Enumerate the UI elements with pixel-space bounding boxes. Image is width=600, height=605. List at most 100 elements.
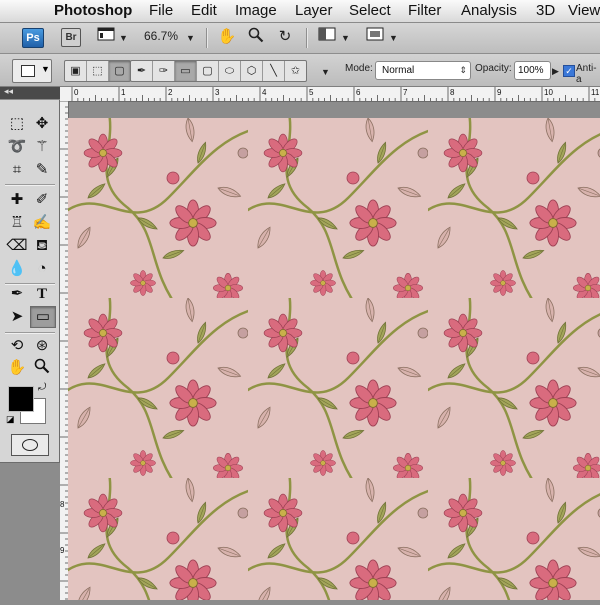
paths-icon[interactable]: ⬚	[87, 61, 109, 81]
clone-stamp-tool-icon[interactable]: ♖	[5, 213, 29, 233]
menu-bar: Photoshop File Edit Image Layer Select F…	[0, 0, 600, 23]
separator	[206, 28, 208, 48]
ruler-label: 6	[356, 88, 361, 97]
ruler-label: 11	[591, 88, 600, 97]
ruler-label: 0	[74, 88, 79, 97]
shape-mode-group: ▣ ⬚ ▢	[64, 60, 131, 82]
tools-panel: ⬚ ✥ ➰ ⚚ ⌗ ✎ ✚ ✐ ♖ ✍ ⌫ ⛾ 💧 ◔ ✒ T ➤ ▭ ⟲ ⊛ …	[0, 100, 60, 463]
arrange-chevron-down-icon[interactable]: ▼	[341, 33, 350, 43]
quick-mask-icon	[22, 439, 38, 451]
history-brush-tool-icon[interactable]: ✍	[30, 213, 54, 233]
paint-bucket-tool-icon[interactable]: ⛾	[30, 236, 54, 256]
move-tool-icon[interactable]: ✥	[30, 114, 54, 134]
chevron-down-icon[interactable]: ▼	[119, 33, 128, 43]
zoom-tool-icon[interactable]	[30, 358, 54, 378]
separator	[306, 28, 308, 48]
opacity-slider-arrow-icon[interactable]: ▶	[552, 66, 559, 77]
blur-tool-icon[interactable]: 💧	[5, 259, 29, 279]
mode-select[interactable]: Normal ⇕	[375, 61, 471, 80]
ruler-label: 9	[60, 546, 65, 555]
ruler-label: 2	[168, 88, 173, 97]
rectangle-preset-icon	[21, 65, 35, 77]
floral-pattern-image	[68, 118, 600, 600]
swap-colors-icon[interactable]: ⤾	[38, 382, 46, 393]
line-icon[interactable]: ╲	[263, 61, 285, 81]
separator	[5, 184, 55, 186]
zoom-level[interactable]: 66.7%	[144, 29, 178, 43]
rectangle-tool-icon[interactable]: ▭	[30, 306, 56, 328]
brush-tool-icon[interactable]: ✐	[30, 190, 54, 210]
shape-layers-icon[interactable]: ▣	[65, 61, 87, 81]
separator	[5, 332, 55, 334]
zoom-chevron-down-icon[interactable]: ▼	[186, 33, 195, 43]
arrange-documents-icon[interactable]	[316, 27, 338, 47]
menu-filter[interactable]: Filter	[408, 0, 441, 22]
menu-layer[interactable]: Layer	[295, 0, 333, 22]
pen-tool-icon[interactable]: ✒	[5, 284, 29, 304]
eyedropper-tool-icon[interactable]: ✎	[30, 160, 54, 180]
horizontal-ruler[interactable]: 0 1 2 3 4 5 6 7 8 9 10 11	[60, 87, 600, 102]
ruler-label: 3	[215, 88, 220, 97]
ruler-label: 1	[121, 88, 126, 97]
mode-value: Normal	[382, 65, 415, 76]
type-tool-icon[interactable]: T	[30, 284, 54, 304]
pen-icon[interactable]: ✒	[131, 61, 153, 81]
rotate-view-icon[interactable]: ↻	[274, 27, 296, 47]
menu-file[interactable]: File	[149, 0, 173, 22]
menu-select[interactable]: Select	[349, 0, 391, 22]
ruler-label: 8	[60, 500, 65, 509]
ellipse-icon[interactable]: ⬭	[219, 61, 241, 81]
horizontal-ruler-ticks: 0 1 2 3 4 5 6 7 8 9 10 11	[71, 87, 600, 101]
dodge-tool-icon[interactable]: ◔	[30, 259, 54, 279]
document-canvas[interactable]	[68, 118, 600, 600]
foreground-color-swatch[interactable]	[8, 386, 34, 412]
tool-preset-picker[interactable]: ▼	[12, 59, 52, 83]
eraser-tool-icon[interactable]: ⌫	[5, 236, 29, 256]
menu-3d[interactable]: 3D	[536, 0, 555, 22]
updown-arrows-icon: ⇕	[459, 65, 467, 75]
fill-pixels-icon[interactable]: ▢	[109, 61, 130, 81]
hand-tool-icon[interactable]: ✋	[5, 358, 29, 378]
opacity-label: Opacity:	[475, 63, 512, 74]
magic-wand-tool-icon[interactable]: ⚚	[30, 137, 54, 157]
opacity-input[interactable]: 100%	[514, 61, 551, 80]
ruler-label: 8	[450, 88, 455, 97]
shape-chevron-down-icon[interactable]: ▼	[321, 67, 330, 77]
tools-panel-header[interactable]: ◂◂	[0, 86, 60, 99]
hand-icon[interactable]: ✋	[216, 27, 238, 47]
menu-analysis[interactable]: Analysis	[461, 0, 517, 22]
menu-view[interactable]: View	[568, 0, 600, 22]
3d-orbit-tool-icon[interactable]: ⊛	[30, 336, 54, 356]
antialias-checkbox[interactable]: ✓	[563, 65, 575, 77]
ruler-label: 7	[403, 88, 408, 97]
default-colors-icon[interactable]: ◪	[6, 414, 15, 425]
ruler-label: 4	[262, 88, 267, 97]
ruler-label: 10	[544, 88, 553, 97]
menu-photoshop[interactable]: Photoshop	[54, 0, 132, 22]
quick-mask-button[interactable]	[11, 434, 49, 456]
marquee-tool-icon[interactable]: ⬚	[5, 114, 29, 134]
rectangle-icon[interactable]: ▭	[175, 61, 197, 81]
path-selection-tool-icon[interactable]: ➤	[5, 307, 29, 327]
photoshop-logo: Ps	[22, 28, 44, 48]
screen-mode-chevron-down-icon[interactable]: ▼	[389, 33, 398, 43]
vertical-ruler-ticks: 89	[60, 100, 68, 600]
lasso-tool-icon[interactable]: ➰	[5, 137, 29, 157]
antialias-label: Anti-a	[576, 63, 597, 85]
menu-edit[interactable]: Edit	[191, 0, 217, 22]
launch-bridge-button[interactable]: Br	[61, 28, 81, 47]
zoom-icon[interactable]	[245, 27, 267, 47]
3d-rotate-tool-icon[interactable]: ⟲	[5, 336, 29, 356]
freeform-pen-icon[interactable]: ✑	[153, 61, 175, 81]
custom-shape-icon[interactable]: ✩	[285, 61, 306, 81]
screen-mode-icon[interactable]	[95, 27, 117, 47]
screen-mode-toggle-icon[interactable]	[364, 27, 386, 47]
ruler-label: 9	[497, 88, 502, 97]
polygon-icon[interactable]: ⬡	[241, 61, 263, 81]
menu-image[interactable]: Image	[235, 0, 277, 22]
application-bar: Ps Br ▼ 66.7% ▼ ✋ ↻ ▼ ▼	[0, 23, 600, 54]
collapse-icon[interactable]: ◂◂	[4, 86, 13, 97]
rounded-rectangle-icon[interactable]: ▢	[197, 61, 219, 81]
crop-tool-icon[interactable]: ⌗	[5, 160, 29, 180]
healing-brush-tool-icon[interactable]: ✚	[5, 190, 29, 210]
